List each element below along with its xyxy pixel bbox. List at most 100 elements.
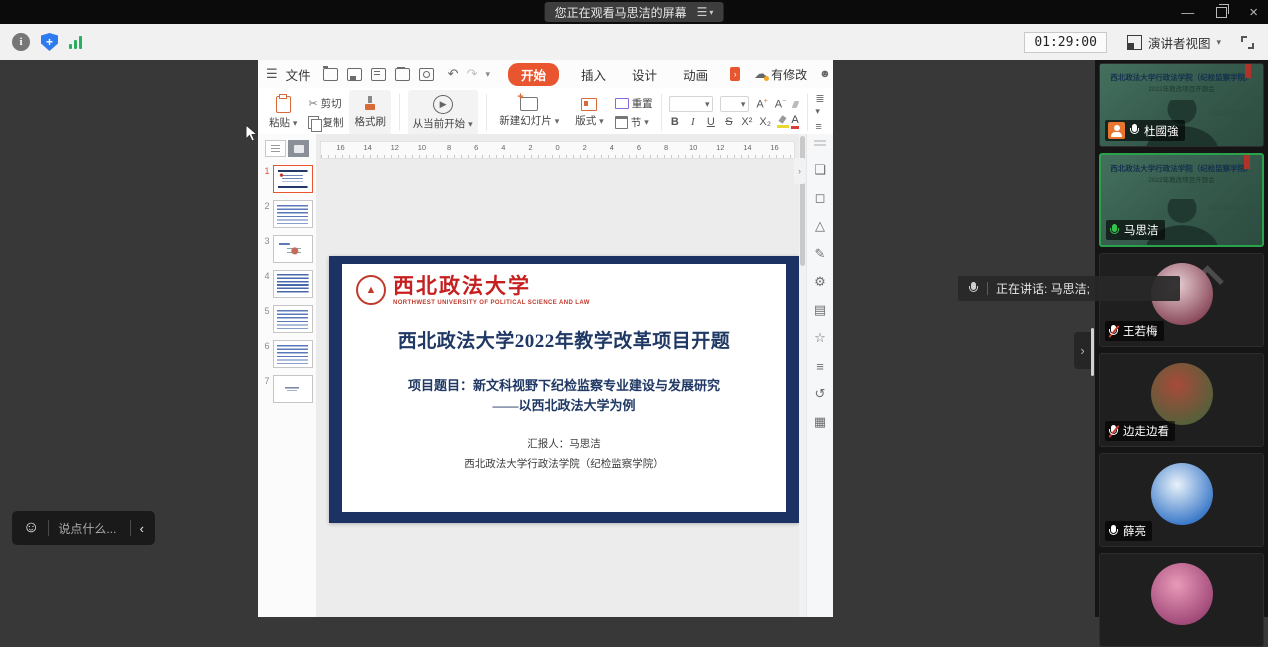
effects-icon[interactable]: ☆ [807,324,833,352]
minimize-button[interactable]: — [1181,6,1194,19]
edit-icon[interactable]: ✎ [807,240,833,268]
chat-collapse-icon[interactable]: ‹ [140,521,144,536]
canvas-scrollbar[interactable] [799,134,806,617]
font-family-select[interactable]: ▾ [669,96,713,112]
thumbnail-number: 3 [262,236,270,246]
current-slide[interactable]: ▲ 西北政法大学 NORTHWEST UNIVERSITY OF POLITIC… [329,256,799,523]
participant-tile[interactable]: 西北政法大学行政法学院（纪检监察学院） 2022年教改项目开题会 2022年8月… [1099,63,1264,147]
new-slide-button[interactable]: 新建幻灯片 ▾ [494,90,564,135]
open-file-icon[interactable] [323,68,338,81]
ribbon-tab-animation[interactable]: 动画 [679,63,712,86]
underline-button[interactable]: U [705,116,716,128]
participant-tile[interactable]: 薛亮 [1099,453,1264,547]
university-logo: ▲ 西北政法大学 NORTHWEST UNIVERSITY OF POLITIC… [356,275,590,306]
ribbon-expand-icon[interactable]: › [794,158,805,184]
font-color-button[interactable]: A [791,115,798,129]
shrink-font-button[interactable]: A− [775,98,786,111]
image-icon[interactable]: ▦ [807,408,833,436]
panel-collapse-button[interactable]: › [1074,332,1091,369]
italic-button[interactable]: I [687,116,698,128]
banner-menu-icon[interactable]: ☰▾ [697,5,714,19]
redo-icon[interactable]: ↷ [467,66,478,82]
emoji-icon[interactable]: ☺ [23,520,39,536]
export-icon[interactable] [371,68,386,81]
slide-thumbnail[interactable]: 7 [262,375,313,403]
clear-format-icon[interactable] [792,101,800,108]
highlight-color-button[interactable] [777,116,784,128]
file-menu[interactable]: 文件 [286,65,311,84]
thumbnail-preview [273,200,313,228]
strikethrough-button[interactable]: S [723,116,734,128]
save-icon[interactable] [347,68,362,81]
slide-thumbnail[interactable]: 2 [262,200,313,228]
undo-icon[interactable]: ↶ [448,66,459,82]
section-button[interactable]: 节 ▾ [615,115,653,130]
play-from-current-button[interactable]: ▶ 从当前开始 ▾ [408,90,478,135]
ribbon-tab-design[interactable]: 设计 [628,63,661,86]
slide-canvas[interactable]: 1614121086420246810121416 ▲ 西北政法大学 NORTH… [316,134,799,617]
design-icon[interactable]: △ [807,212,833,240]
align-button[interactable]: ≡ [815,121,827,133]
quickbar-dropdown-icon[interactable]: ▾ [485,69,490,80]
screen-share-banner[interactable]: 您正在观看马思洁的屏幕 ☰▾ [545,2,724,22]
sync-status[interactable]: ☁ 有修改 [754,66,807,83]
copy-icon [308,116,319,129]
settings-icon[interactable]: ⚙ [807,268,833,296]
reset-icon [615,98,629,109]
slide-view-button[interactable] [288,140,309,157]
more-tabs-button[interactable]: › [730,67,740,81]
ruler-tick: 4 [598,143,625,152]
font-size-select[interactable]: ▾ [720,96,749,112]
slide-thumbnail[interactable]: 4 [262,270,313,298]
thumbnail-preview [273,165,313,193]
paste-button[interactable]: 粘贴 ▾ [264,90,302,135]
view-mode-dropdown[interactable]: 演讲者视图 ▾ [1121,30,1227,55]
slide-layout-button[interactable]: 版式 ▾ [570,90,608,135]
format-painter-button[interactable]: 格式刷 [349,90,391,135]
chat-input-bar[interactable]: ☺ 说点什么... ‹ [12,511,155,545]
outline-view-button[interactable] [265,140,286,157]
print-icon[interactable] [395,68,410,81]
layers-icon[interactable]: ▤ [807,296,833,324]
mic-icon [968,282,979,295]
shield-plus-icon[interactable]: + [41,33,58,51]
participant-tile[interactable]: 西北政法大学行政法学院（纪检监察学院） 2022年教改项目开题会 2022年8月… [1099,153,1264,247]
slide-thumbnail[interactable]: 1 [262,165,313,193]
participant-name: 杜國強 [1144,123,1179,139]
participant-tile[interactable]: 边走边看 [1099,353,1264,447]
fullscreen-icon[interactable] [1241,36,1254,49]
participant-tile[interactable] [1099,553,1264,647]
participant-name-bar: 边走边看 [1105,421,1175,441]
panel-grip-icon[interactable] [814,140,826,142]
slide-copy-icon[interactable]: ❏ [807,156,833,184]
ruler-tick: 14 [354,143,381,152]
info-icon[interactable]: i [12,33,30,51]
reset-button[interactable]: 重置 [615,96,653,111]
copy-button[interactable]: 复制 [308,115,343,130]
shapes-icon[interactable]: ◻ [807,184,833,212]
adjust-icon[interactable]: ≡ [807,352,833,380]
slide-thumbnail[interactable]: 3 [262,235,313,263]
restore-button[interactable] [1216,7,1227,18]
slide-thumbnail[interactable]: 5 [262,305,313,333]
subscript-button[interactable]: X₂ [759,116,770,128]
close-button[interactable]: × [1249,5,1258,20]
ribbon-tab-insert[interactable]: 插入 [577,63,610,86]
print-preview-icon[interactable] [419,68,434,81]
bold-button[interactable]: B [669,116,680,128]
chat-input[interactable]: 说点什么... [58,520,120,537]
thumbnail-preview [273,340,313,368]
panel-scrollbar[interactable] [1091,328,1094,376]
ruler-tick: 10 [680,143,707,152]
slide-thumbnail[interactable]: 6 [262,340,313,368]
superscript-button[interactable]: X² [741,116,752,128]
slide-title: 西北政法大学2022年教学改革项目开题 [342,326,786,353]
ribbon-tab-home[interactable]: 开始 [508,63,559,86]
app-menu-icon[interactable]: ☰ [266,66,278,82]
cut-button[interactable]: ✂剪切 [308,96,343,111]
grow-font-button[interactable]: A+ [756,98,767,111]
collaborate-button[interactable]: ☻ 协作 [819,66,833,83]
bullets-button[interactable]: ≣ ▾ [815,92,827,117]
red-marker [1245,64,1251,78]
history-icon[interactable]: ↺ [807,380,833,408]
